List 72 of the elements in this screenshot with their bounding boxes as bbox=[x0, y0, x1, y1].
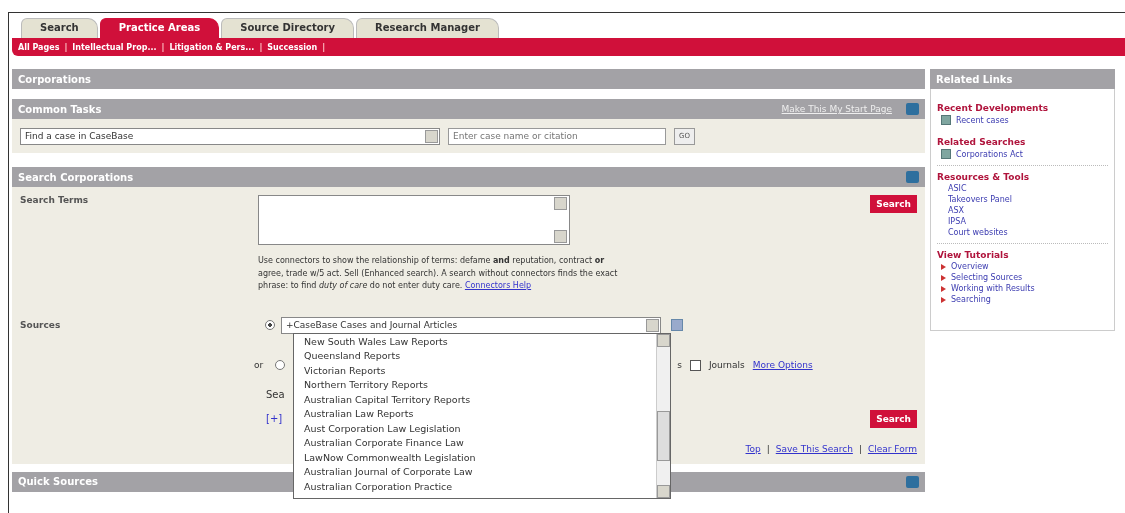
subnav-link[interactable]: Litigation & Pers... bbox=[169, 42, 255, 52]
sources-select[interactable]: +CaseBase Cases and Journal Articles bbox=[281, 316, 661, 334]
search-terms-field[interactable] bbox=[258, 195, 570, 245]
help-icon[interactable] bbox=[906, 475, 919, 488]
list-option[interactable]: Australian Journal of Corporate Law bbox=[304, 465, 656, 480]
help-text: Use connectors to show the relationship of terms: defame and reputation, contract or agree, trade w/5 act. Sell (Enhanced search). A search without connectors finds the exact phrase: to find duty of care do not enter duty care. Connectors Help bbox=[258, 255, 618, 292]
subnav-link[interactable]: Intellectual Prop... bbox=[72, 42, 157, 52]
subnav-link[interactable]: Succession bbox=[267, 42, 318, 52]
sidebar-section-title: Related Searches bbox=[937, 137, 1027, 147]
document-icon bbox=[941, 115, 951, 125]
list-option[interactable]: Australian Corporation Practice bbox=[304, 479, 656, 494]
sidebar-link[interactable]: ASIC bbox=[948, 184, 967, 193]
separator: | bbox=[161, 42, 165, 52]
section-title: Quick Sources bbox=[18, 476, 98, 487]
list-option[interactable]: Australian Corporate Finance Law bbox=[304, 436, 656, 451]
separator: | bbox=[766, 443, 770, 454]
sidebar-link[interactable]: Overview bbox=[951, 262, 989, 271]
radio-button[interactable] bbox=[275, 360, 286, 370]
more-options-link[interactable]: More Options bbox=[752, 360, 813, 370]
footer-link[interactable]: Top bbox=[745, 443, 761, 454]
sidebar-link[interactable]: Working with Results bbox=[951, 284, 1035, 293]
list-option[interactable]: Queensland Reports bbox=[304, 349, 656, 364]
journals-checkbox[interactable] bbox=[689, 359, 701, 371]
list-option[interactable]: Victorian Reports bbox=[304, 363, 656, 378]
separator: | bbox=[858, 443, 862, 454]
connectors-help-link[interactable]: Connectors Help bbox=[464, 281, 532, 290]
tab[interactable]: Research Manager bbox=[356, 18, 499, 38]
sources-dropdown-list[interactable] bbox=[293, 332, 671, 499]
section-title: Common Tasks bbox=[18, 103, 102, 115]
sidebar-link[interactable]: Takeovers Panel bbox=[948, 195, 1012, 204]
or-label: or bbox=[254, 360, 264, 370]
list-option[interactable]: New South Wales Law Reports bbox=[304, 334, 656, 349]
list-option[interactable]: Australian Capital Territory Reports bbox=[304, 392, 656, 407]
sidebar-link[interactable]: Searching bbox=[951, 295, 991, 304]
field-label: Sources bbox=[20, 320, 62, 330]
page-title: Corporations bbox=[18, 73, 91, 85]
sidebar-title: Related Links bbox=[936, 73, 1013, 85]
tab[interactable]: Practice Areas bbox=[99, 18, 220, 38]
tab[interactable]: Source Directory bbox=[221, 18, 354, 38]
field-label: Search Terms bbox=[20, 195, 90, 207]
expand-link[interactable]: [+] bbox=[266, 413, 283, 424]
tab[interactable]: Search bbox=[21, 18, 98, 38]
journals-label: Journals bbox=[708, 360, 745, 370]
sidebar-link[interactable]: IPSA bbox=[948, 217, 966, 226]
case-search-field[interactable]: Enter case name or citation bbox=[448, 127, 666, 145]
search-button[interactable]: Search bbox=[870, 409, 917, 428]
search-within-label: Sea bbox=[266, 388, 285, 400]
sidebar-section-title: View Tutorials bbox=[937, 250, 1010, 260]
sidebar-link[interactable]: Selecting Sources bbox=[951, 273, 1023, 282]
sidebar-link[interactable]: ASX bbox=[948, 206, 965, 215]
scrollbar[interactable] bbox=[656, 333, 670, 498]
sidebar-link[interactable]: Corporations Act bbox=[956, 149, 1023, 159]
list-option[interactable]: Aust Corporation Law Legislation bbox=[304, 421, 656, 436]
task-select[interactable]: Find a case in CaseBase bbox=[20, 127, 440, 145]
list-option[interactable]: LawNow Commonwealth Legislation bbox=[304, 450, 656, 465]
footer-link[interactable]: Save This Search bbox=[775, 443, 853, 454]
subnav-link[interactable]: All Pages bbox=[18, 42, 60, 52]
separator: | bbox=[259, 42, 263, 52]
option-label: s bbox=[677, 360, 682, 370]
sidebar-link[interactable]: Court websites bbox=[948, 228, 1008, 237]
sidebar-section-title: Recent Developments bbox=[937, 103, 1050, 113]
sidebar-link[interactable]: Recent cases bbox=[956, 115, 1009, 125]
document-icon bbox=[941, 149, 951, 159]
section-title: Search Corporations bbox=[18, 171, 134, 183]
list-option[interactable]: Australian Law Reports bbox=[304, 407, 656, 422]
sidebar-section-title: Resources & Tools bbox=[937, 172, 1031, 182]
separator: | bbox=[64, 42, 68, 52]
separator: | bbox=[322, 42, 326, 52]
list-option[interactable]: Northern Territory Reports bbox=[304, 378, 656, 393]
search-button[interactable]: Search bbox=[870, 195, 917, 213]
radio-button[interactable] bbox=[264, 320, 275, 330]
footer-link[interactable]: Clear Form bbox=[867, 443, 917, 454]
